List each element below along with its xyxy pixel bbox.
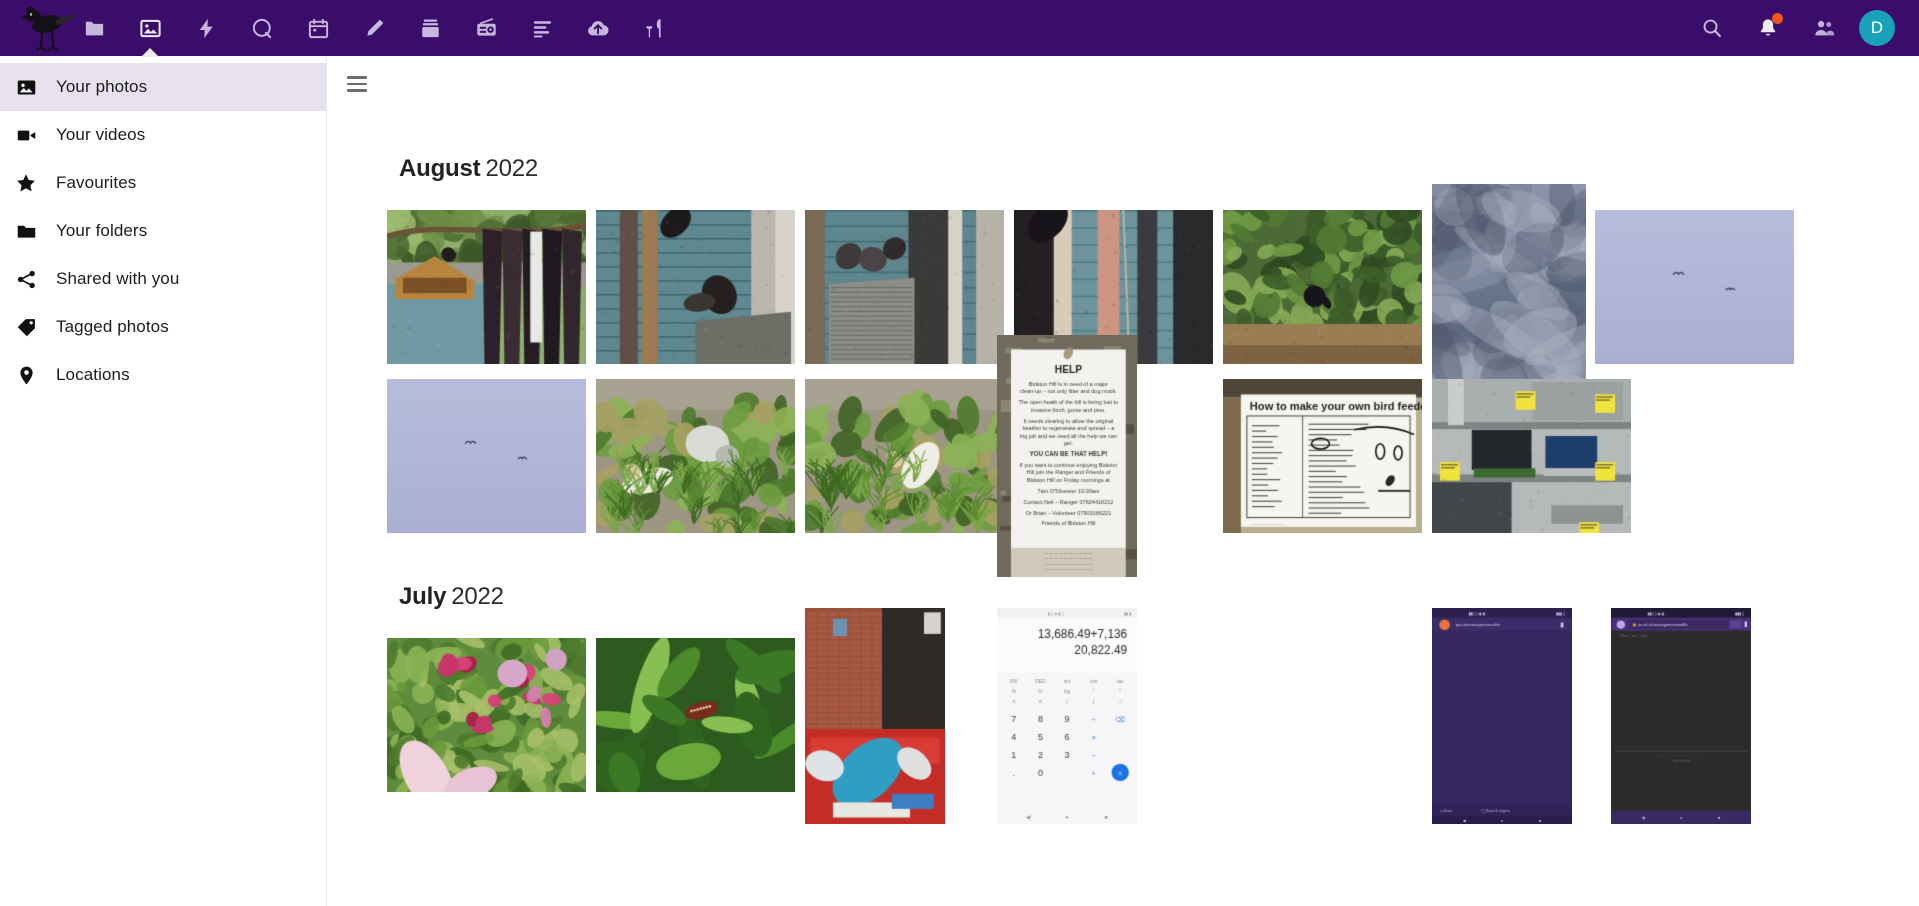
share-icon	[12, 265, 40, 293]
nav-notes-icon[interactable]	[346, 0, 402, 56]
sidebar-item-locations[interactable]: Locations	[0, 351, 326, 399]
sidebar-label: Shared with you	[56, 269, 180, 288]
raven-logo[interactable]	[0, 0, 76, 56]
month-header-august: August 2022	[399, 155, 538, 183]
sidebar: Your photos Your videos Favourites Your …	[0, 56, 327, 906]
photo-thumbnail[interactable]	[1432, 184, 1586, 390]
search-icon[interactable]	[1691, 7, 1733, 49]
month-year: 2022	[485, 155, 539, 182]
nav-cookbook-icon[interactable]	[626, 0, 682, 56]
notification-badge	[1772, 13, 1783, 24]
photo-thumbnail[interactable]	[596, 210, 795, 364]
video-icon	[12, 121, 40, 149]
month-name: July	[399, 583, 447, 610]
sidebar-item-shared-with-you[interactable]: Shared with you	[0, 255, 326, 303]
month-name: August	[399, 155, 481, 182]
sidebar-label: Locations	[56, 365, 130, 384]
contacts-icon[interactable]	[1803, 7, 1845, 49]
sidebar-label: Tagged photos	[56, 317, 169, 336]
photo-row	[387, 335, 1847, 589]
sidebar-item-your-folders[interactable]: Your folders	[0, 207, 326, 255]
nav-photos-icon[interactable]	[122, 0, 178, 56]
tag-icon	[12, 313, 40, 341]
nav-calendar-icon[interactable]	[290, 0, 346, 56]
photo-thumbnail[interactable]	[1223, 379, 1422, 533]
nav-tasks-icon[interactable]	[514, 0, 570, 56]
sidebar-label: Favourites	[56, 173, 137, 192]
photo-thumbnail[interactable]	[1432, 608, 1572, 824]
nav-activity-icon[interactable]	[178, 0, 234, 56]
nav-deck-icon[interactable]	[402, 0, 458, 56]
photo-thumbnail[interactable]	[997, 608, 1137, 824]
sidebar-label: Your photos	[56, 77, 148, 96]
nav-radio-icon[interactable]	[458, 0, 514, 56]
photo-thumbnail[interactable]	[1611, 608, 1751, 824]
topbar-right-actions: D	[1691, 0, 1919, 56]
nav-folder-icon[interactable]	[66, 0, 122, 56]
sidebar-item-tagged-photos[interactable]: Tagged photos	[0, 303, 326, 351]
avatar[interactable]: D	[1859, 10, 1895, 46]
photo-row	[387, 608, 1847, 858]
month-header-july: July 2022	[399, 583, 504, 611]
nav-cloud-upload-icon[interactable]	[570, 0, 626, 56]
sidebar-item-favourites[interactable]: Favourites	[0, 159, 326, 207]
photo-thumbnail[interactable]	[1223, 210, 1422, 364]
nav-quota-icon[interactable]	[234, 0, 290, 56]
pin-icon	[12, 361, 40, 389]
photos-timeline: August 2022 July 2022	[327, 56, 1919, 906]
image-icon	[12, 73, 40, 101]
photo-thumbnail[interactable]	[805, 379, 1004, 533]
sidebar-label: Your folders	[56, 221, 148, 240]
photo-thumbnail[interactable]	[805, 608, 945, 824]
topbar-app-icons	[0, 0, 682, 56]
photo-thumbnail[interactable]	[805, 210, 1004, 364]
sidebar-item-your-videos[interactable]: Your videos	[0, 111, 326, 159]
photo-thumbnail[interactable]	[596, 638, 795, 792]
photo-thumbnail[interactable]	[997, 335, 1137, 577]
folder-icon	[12, 217, 40, 245]
photo-thumbnail[interactable]	[1595, 210, 1794, 364]
sidebar-item-your-photos[interactable]: Your photos	[0, 63, 326, 111]
hamburger-icon[interactable]	[343, 69, 373, 99]
month-year: 2022	[451, 583, 504, 610]
top-navigation-bar: D	[0, 0, 1919, 56]
photo-thumbnail[interactable]	[387, 210, 586, 364]
photo-thumbnail[interactable]	[596, 379, 795, 533]
photo-thumbnail[interactable]	[387, 379, 586, 533]
star-icon	[12, 169, 40, 197]
bell-icon[interactable]	[1747, 7, 1789, 49]
sidebar-label: Your videos	[56, 125, 146, 144]
photo-thumbnail[interactable]	[387, 638, 586, 792]
photo-thumbnail[interactable]	[1432, 379, 1631, 533]
